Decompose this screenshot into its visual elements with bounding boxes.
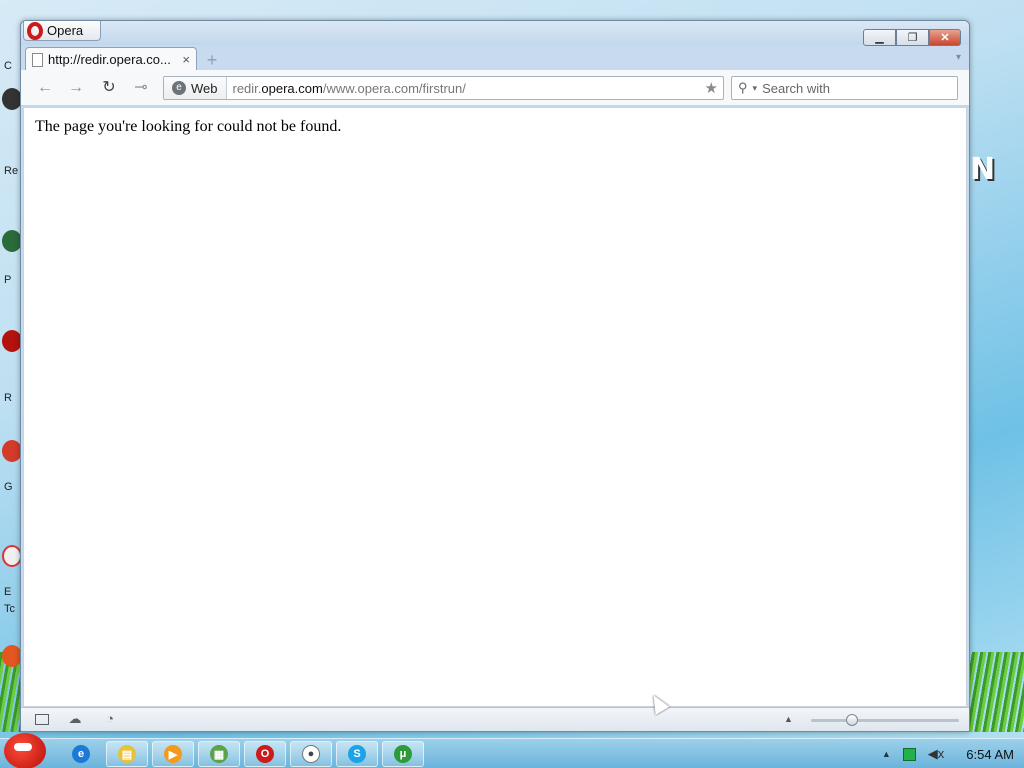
ie-icon: e bbox=[72, 745, 90, 763]
volume-muted-icon[interactable]: ◀x bbox=[928, 746, 945, 762]
desktop-icon[interactable] bbox=[2, 88, 22, 110]
skype-icon: S bbox=[348, 745, 366, 763]
back-button[interactable]: ← bbox=[35, 79, 55, 97]
forward-button[interactable]: → bbox=[66, 79, 86, 97]
error-message: The page you're looking for could not be… bbox=[35, 118, 342, 135]
search-placeholder: Search with bbox=[762, 80, 830, 96]
clock[interactable]: 6:54 AM bbox=[966, 747, 1014, 762]
navigation-toolbar: ← → ↻ ⊸ e Web redir.opera.com/www.opera.… bbox=[21, 70, 969, 106]
utorrent-icon: μ bbox=[394, 745, 412, 763]
restore-button[interactable]: ❐ bbox=[896, 29, 929, 46]
url-path: /www.opera.com/firstrun/ bbox=[322, 80, 466, 96]
desktop-icon-label: Tc bbox=[4, 603, 15, 615]
opera-menu-button[interactable]: Opera bbox=[23, 21, 101, 41]
search-icon: ⚲ bbox=[738, 80, 748, 95]
opera-turbo-icon[interactable]: ◔ bbox=[102, 712, 118, 726]
opera-unite-cloud-icon[interactable]: ☁ bbox=[67, 712, 83, 726]
show-hidden-icons-button[interactable]: ▲ bbox=[882, 749, 891, 759]
globe-icon: e bbox=[172, 81, 186, 95]
taskbar-files-button[interactable]: ▦ bbox=[198, 741, 240, 767]
taskbar-opera-button[interactable]: O bbox=[244, 741, 286, 767]
taskbar-utorrent-button[interactable]: μ bbox=[382, 741, 424, 767]
tab-title: http://redir.opera.co... bbox=[48, 52, 171, 67]
minimize-button[interactable]: ▁ bbox=[863, 29, 896, 46]
url-prefix: redir. bbox=[232, 80, 262, 96]
opera-menu-label: Opera bbox=[47, 23, 84, 38]
opera-logo-icon bbox=[27, 21, 43, 40]
tab-active[interactable]: http://redir.opera.co... × bbox=[25, 47, 197, 71]
start-button-angry-bird-icon[interactable] bbox=[4, 733, 46, 768]
desktop-icon[interactable] bbox=[2, 645, 22, 667]
title-bar[interactable]: Opera ▁ ❐ ✕ bbox=[21, 21, 969, 46]
url-domain: opera.com bbox=[261, 80, 323, 96]
network-status-icon[interactable] bbox=[902, 747, 916, 761]
zoom-slider[interactable] bbox=[811, 714, 959, 726]
address-url[interactable]: redir.opera.com/www.opera.com/firstrun/ bbox=[227, 81, 705, 96]
taskbar: e ▤ ▶ ▦ O ● Sμ ▲ ◀x 6:54 AM bbox=[0, 733, 1024, 768]
window-controls: ▁ ❐ ✕ bbox=[863, 29, 961, 46]
taskbar-chat-button[interactable]: ● bbox=[290, 741, 332, 767]
desktop-icon-label: P bbox=[4, 274, 12, 286]
search-field[interactable]: ⚲ ▾ Search with bbox=[731, 76, 958, 100]
address-badge-label: Web bbox=[191, 80, 218, 96]
page-content: The page you're looking for could not be… bbox=[23, 107, 967, 707]
taskbar-skype-button[interactable]: S bbox=[336, 741, 378, 767]
tab-bar: http://redir.opera.co... × + ▾ bbox=[21, 45, 969, 71]
desktop-icon-label: E bbox=[4, 586, 12, 598]
close-button[interactable]: ✕ bbox=[929, 29, 961, 46]
bookmark-star-icon[interactable]: ★ bbox=[705, 79, 723, 97]
taskbar-folder-button[interactable]: ▤ bbox=[106, 741, 148, 767]
panel-toggle-icon[interactable] bbox=[35, 714, 49, 725]
desktop-grass bbox=[964, 652, 1024, 732]
desktop-icon-label: G bbox=[4, 481, 13, 493]
desktop-wallpaper-letter: N bbox=[970, 152, 996, 187]
files-icon: ▦ bbox=[210, 745, 228, 763]
tab-close-icon[interactable]: × bbox=[182, 52, 190, 67]
view-options-up-icon[interactable]: ▲ bbox=[784, 714, 793, 724]
desktop-icon[interactable] bbox=[2, 230, 22, 252]
address-bar[interactable]: e Web redir.opera.com/www.opera.com/firs… bbox=[163, 76, 724, 100]
desktop-icon[interactable] bbox=[2, 440, 22, 462]
tab-list-chevron-icon[interactable]: ▾ bbox=[956, 52, 961, 63]
opera-icon: O bbox=[256, 745, 274, 763]
address-badge[interactable]: e Web bbox=[164, 77, 227, 99]
taskbar-ie-button[interactable]: e bbox=[60, 741, 102, 767]
chat-icon: ● bbox=[302, 745, 320, 763]
desktop-icon[interactable] bbox=[2, 330, 22, 352]
system-tray: ▲ ◀x 6:54 AM bbox=[882, 739, 1014, 768]
desktop-icon-label: C bbox=[4, 60, 12, 72]
browser-window: Opera ▁ ❐ ✕ http://redir.opera.co... × +… bbox=[20, 20, 970, 732]
desktop-icon[interactable] bbox=[2, 545, 22, 567]
taskbar-media-button[interactable]: ▶ bbox=[152, 741, 194, 767]
folder-icon: ▤ bbox=[118, 745, 136, 763]
desktop-icon-label: Re bbox=[4, 165, 19, 177]
status-bar: ☁ ◔ ▲ bbox=[21, 707, 969, 731]
new-tab-button[interactable]: + bbox=[204, 51, 220, 69]
zoom-slider-knob[interactable] bbox=[846, 714, 858, 726]
key-icon[interactable]: ⊸ bbox=[131, 79, 151, 97]
media-icon: ▶ bbox=[164, 745, 182, 763]
reload-button[interactable]: ↻ bbox=[99, 79, 119, 97]
search-engine-dropdown-icon[interactable]: ▾ bbox=[753, 83, 758, 94]
page-icon bbox=[32, 52, 43, 67]
desktop-icon-label: R bbox=[4, 392, 12, 404]
